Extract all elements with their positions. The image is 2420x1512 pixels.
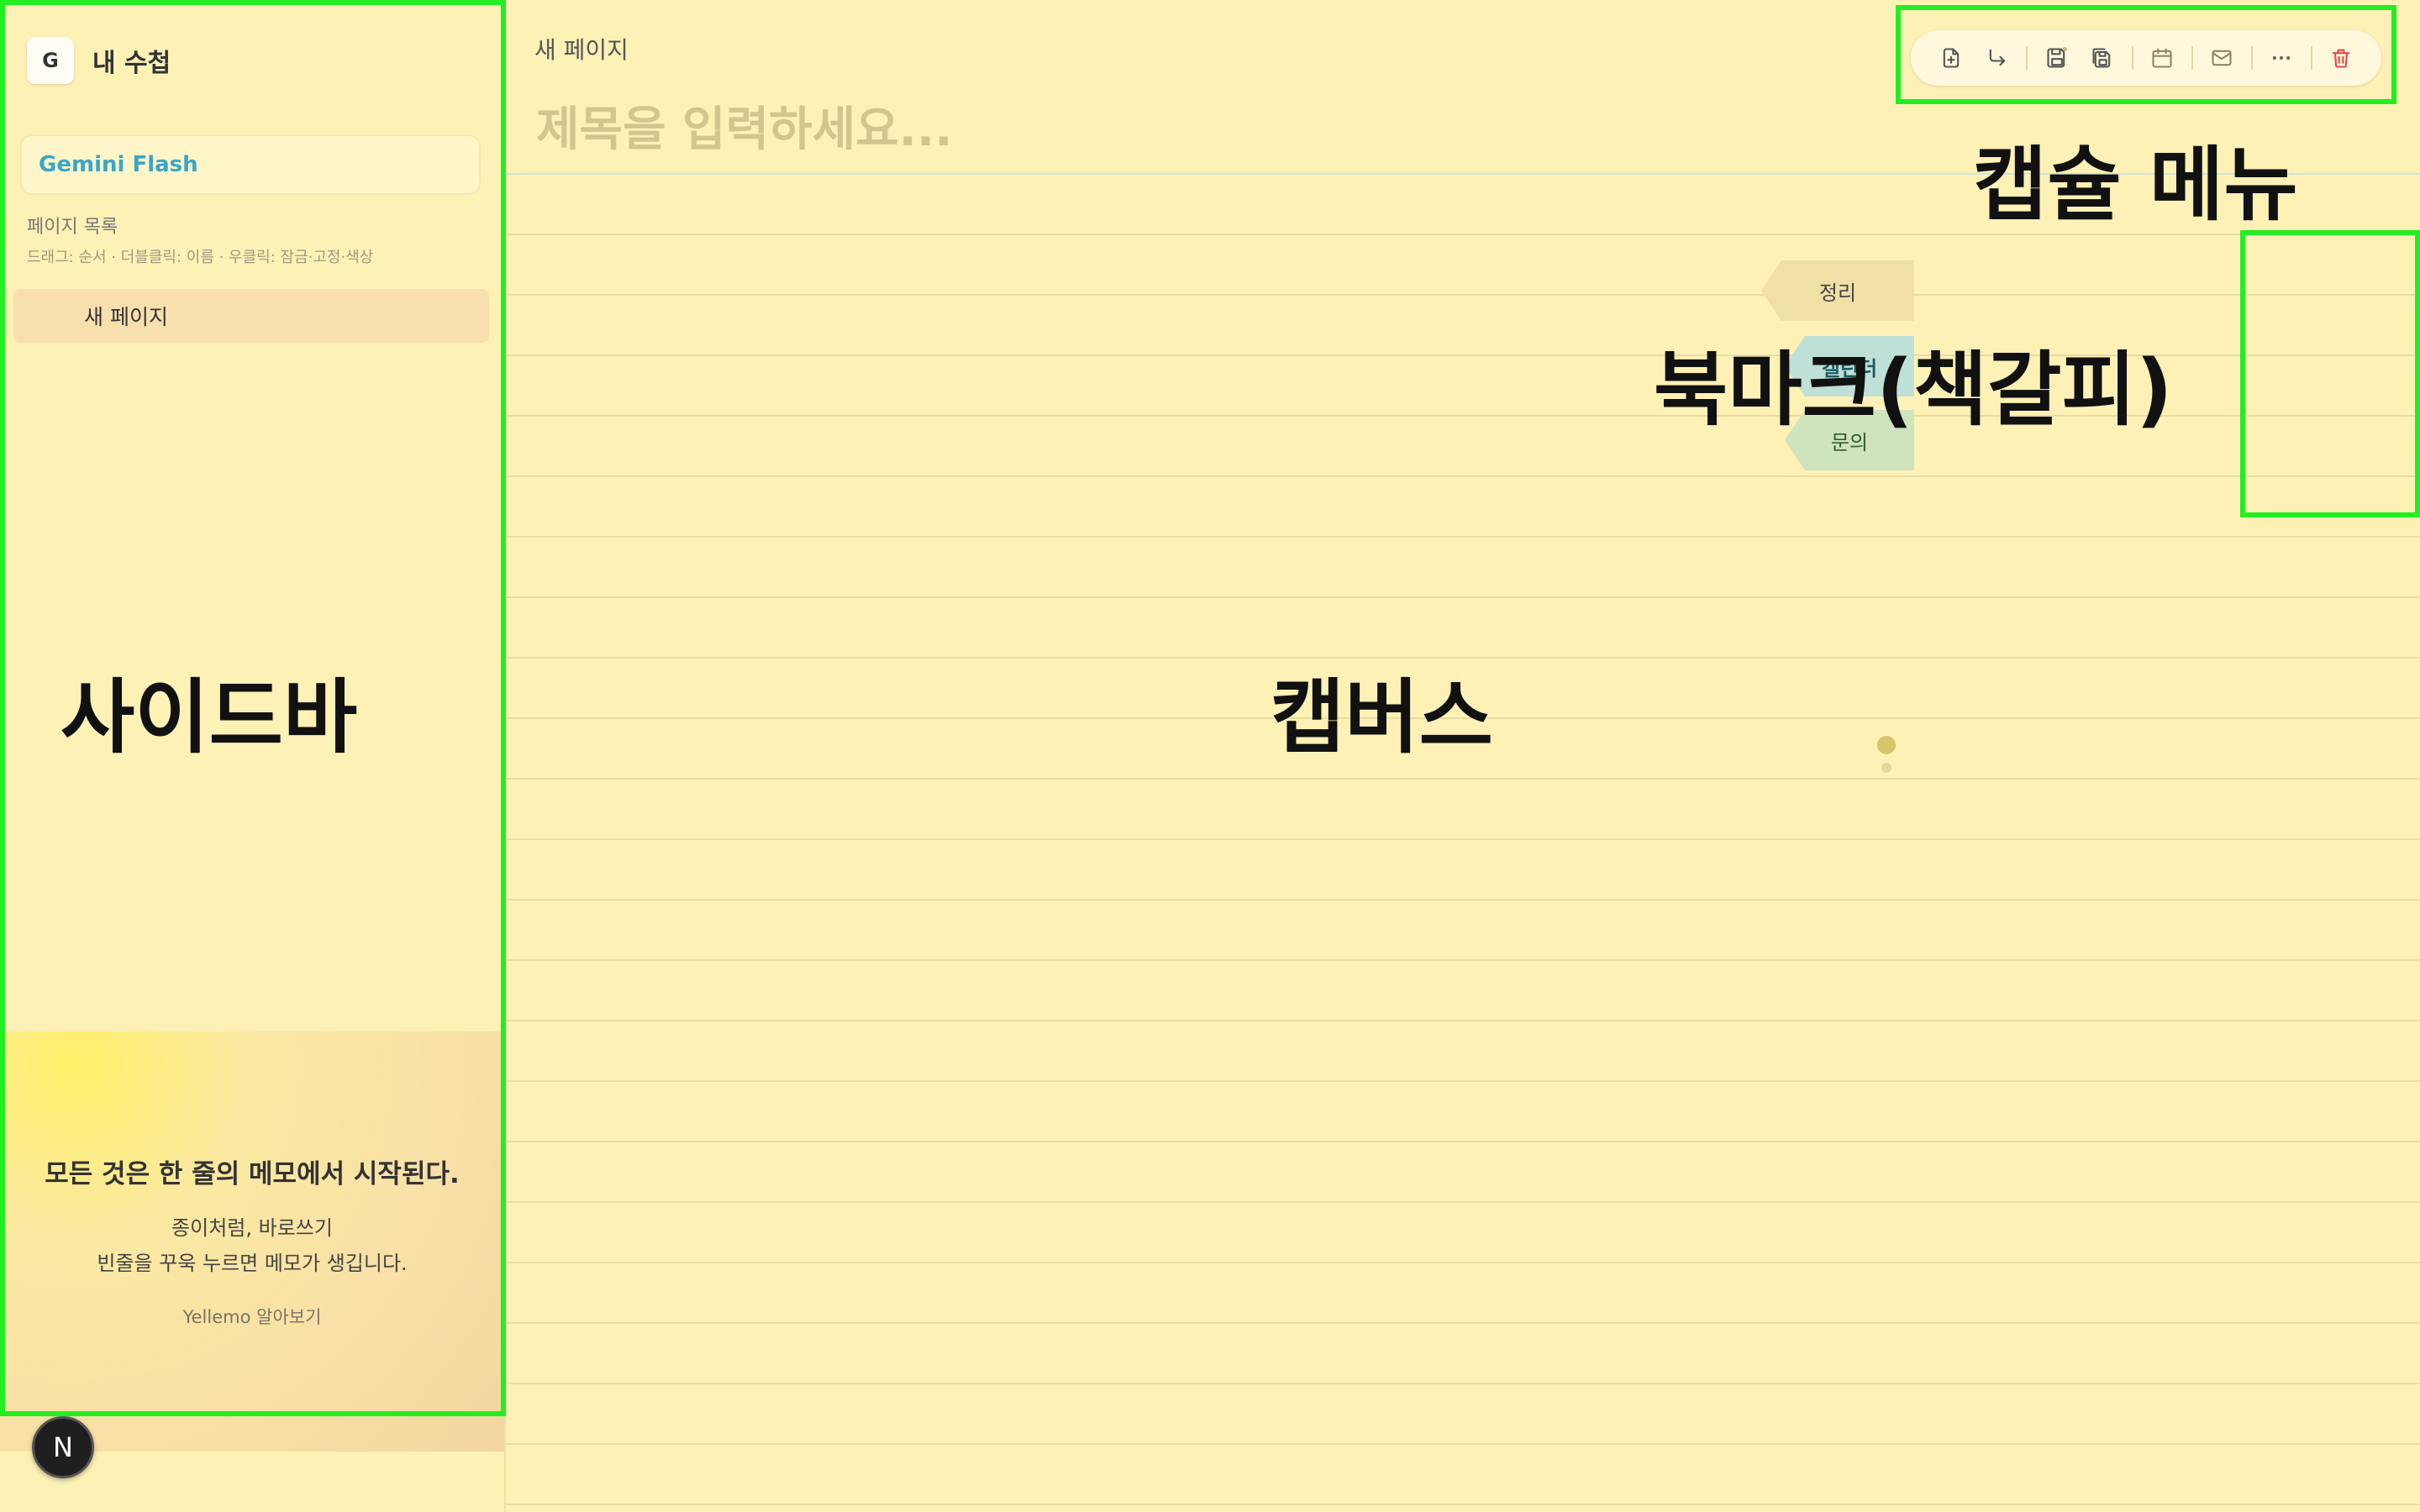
bookmark-annotation-label: 북마크(책갈피)	[1654, 343, 2173, 437]
capsule-highlight-box	[1896, 5, 2396, 104]
n-badge-button[interactable]: N	[32, 1416, 94, 1478]
scroll-indicator-dot-small[interactable]	[1881, 763, 1891, 773]
breadcrumb: 새 페이지	[534, 36, 629, 64]
sidebar-annotation-label: 사이드바	[60, 670, 358, 764]
page-title-input[interactable]	[534, 91, 1546, 168]
bookmark-tab-summary[interactable]: 정리	[1761, 260, 1914, 321]
capsule-annotation-label: 캡슐 메뉴	[1973, 138, 2298, 232]
canvas-annotation-label: 캡버스	[1270, 670, 1493, 764]
bookmark-highlight-box	[2240, 230, 2420, 517]
scroll-indicator-dot[interactable]	[1877, 736, 1896, 754]
